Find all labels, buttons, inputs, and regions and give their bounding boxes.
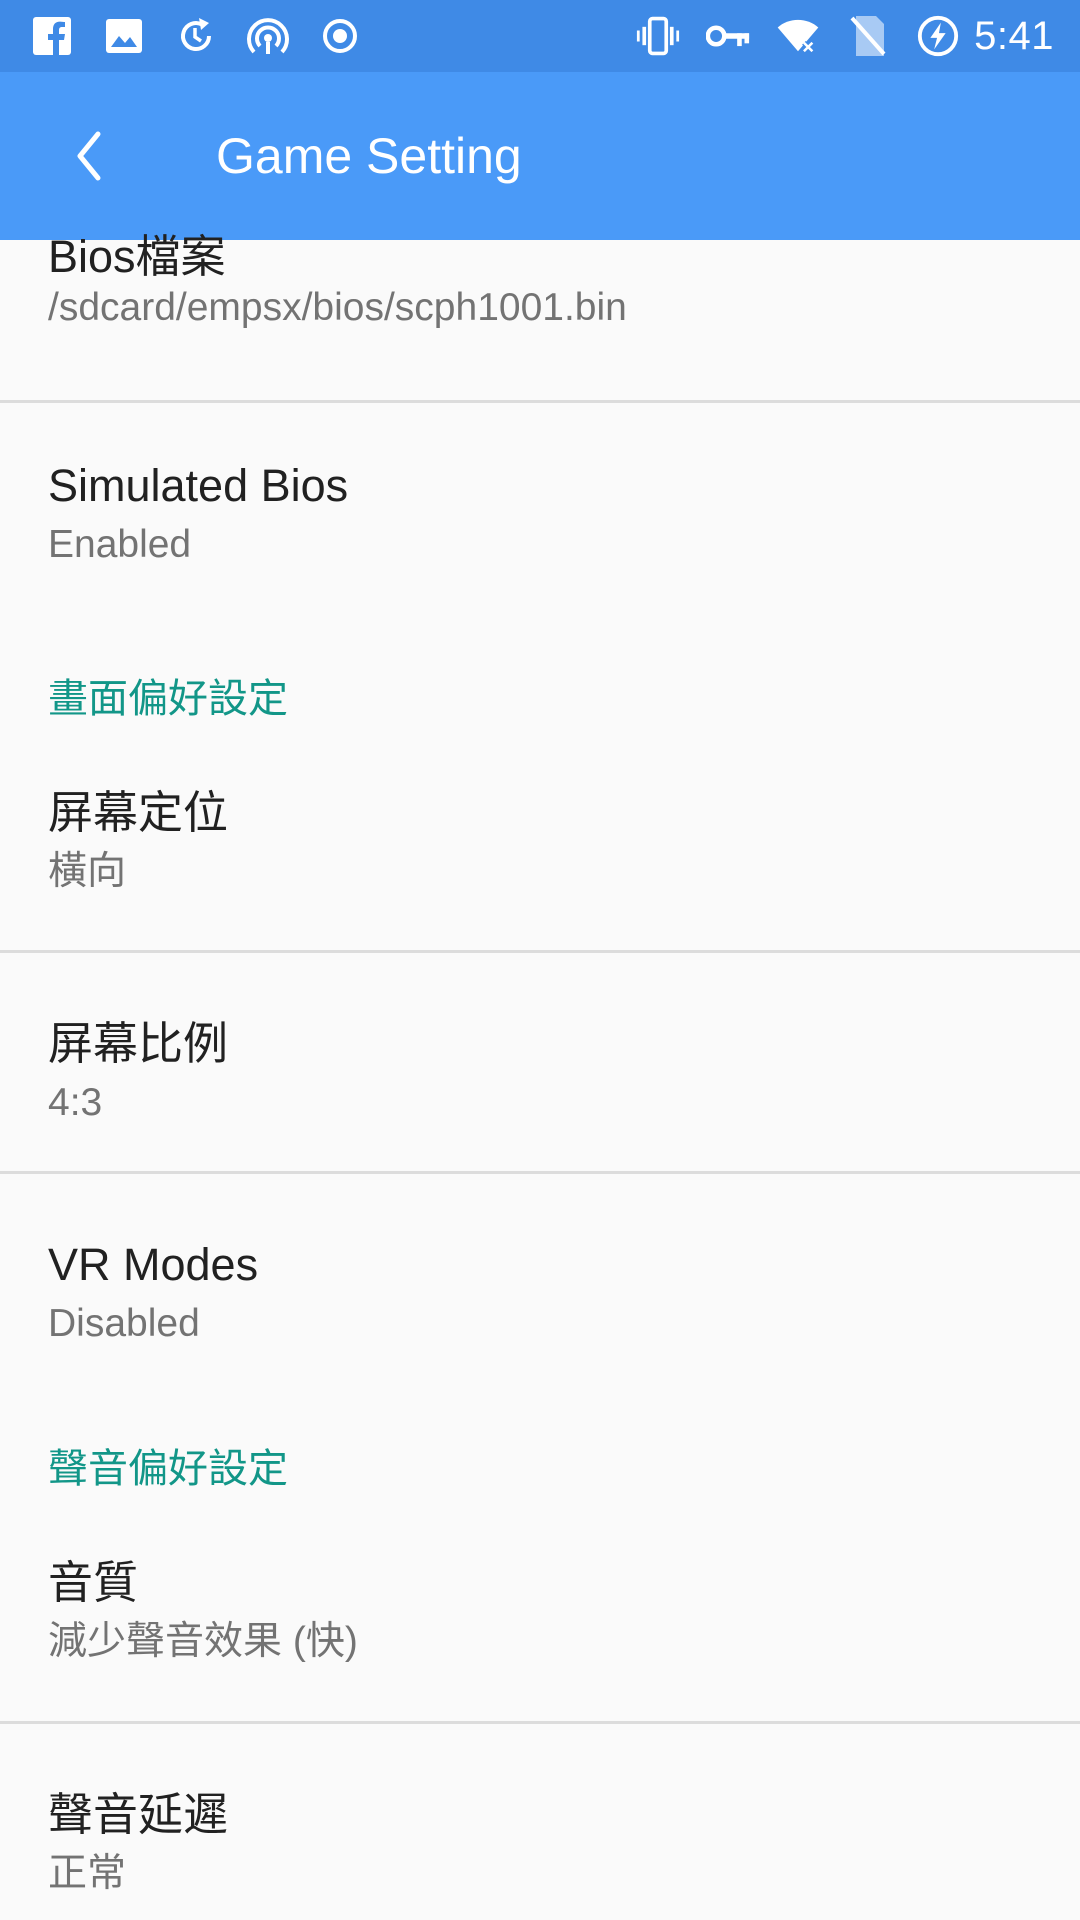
status-bar-notifications <box>30 0 390 72</box>
pref-summary: /sdcard/empsx/bios/scph1001.bin <box>48 286 627 329</box>
record-icon <box>318 14 362 58</box>
pref-summary: 4:3 <box>48 1081 103 1124</box>
chevron-left-icon <box>77 131 101 181</box>
status-bar: 5:41 <box>0 0 1080 72</box>
vpn-key-icon <box>706 14 750 58</box>
status-time: 5:41 <box>974 13 1054 58</box>
pref-summary: Enabled <box>48 523 192 566</box>
sync-clock-icon <box>174 14 218 58</box>
category-display-preferences: 畫面偏好設定 <box>48 677 288 721</box>
pref-summary: 減少聲音效果 (快) <box>48 1620 358 1663</box>
image-icon <box>102 14 146 58</box>
pref-title: Simulated Bios <box>48 460 349 511</box>
pref-sound-latency[interactable]: 聲音延遲 正常 <box>0 1724 1080 1920</box>
pref-screen-orientation[interactable]: 屏幕定位 橫向 <box>0 760 1080 950</box>
battery-charging-icon <box>916 14 960 58</box>
status-bar-system: 5:41 <box>636 0 1054 72</box>
pref-vr-modes[interactable]: VR Modes Disabled <box>0 1174 1080 1374</box>
wifi-off-icon <box>776 14 820 58</box>
pref-title: 屏幕比例 <box>48 1018 229 1069</box>
no-sim-icon <box>846 14 890 58</box>
hotspot-icon <box>246 14 290 58</box>
pref-bios-file[interactable]: Bios檔案 /sdcard/empsx/bios/scph1001.bin <box>0 220 1080 380</box>
pref-simulated-bios[interactable]: Simulated Bios Enabled <box>0 403 1080 603</box>
pref-screen-ratio[interactable]: 屏幕比例 4:3 <box>0 953 1080 1171</box>
pref-title: Bios檔案 <box>48 231 226 282</box>
pref-summary: 橫向 <box>48 850 127 893</box>
vibrate-icon <box>636 14 680 58</box>
back-button[interactable] <box>52 120 124 192</box>
pref-title: 屏幕定位 <box>48 787 229 838</box>
category-sound-preferences: 聲音偏好設定 <box>48 1447 288 1491</box>
pref-sound-quality[interactable]: 音質 減少聲音效果 (快) <box>0 1530 1080 1720</box>
pref-summary: Disabled <box>48 1302 200 1345</box>
page-title: Game Setting <box>216 128 522 184</box>
pref-title: 聲音延遲 <box>48 1789 229 1840</box>
pref-summary: 正常 <box>48 1852 127 1895</box>
app-toolbar: Game Setting <box>0 72 1080 240</box>
facebook-icon <box>30 14 74 58</box>
pref-title: 音質 <box>48 1557 139 1608</box>
pref-title: VR Modes <box>48 1239 259 1290</box>
